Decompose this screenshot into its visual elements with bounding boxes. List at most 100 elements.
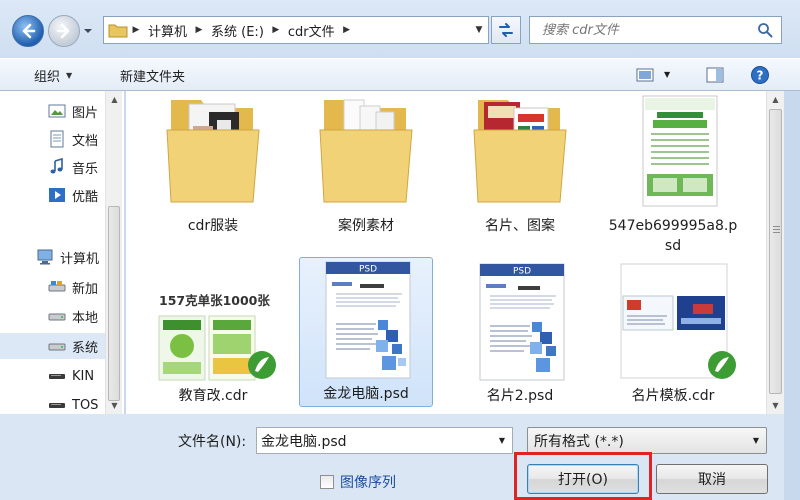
nav-item-documents[interactable]: 文档 — [48, 126, 98, 152]
back-button[interactable] — [12, 15, 44, 47]
folder-icon — [108, 24, 128, 38]
file-name: 教育改.cdr — [178, 388, 248, 404]
filetype-select[interactable]: 所有格式 (*.*) ▼ — [527, 427, 767, 454]
nav-item-label: 系统 — [72, 340, 99, 356]
file-item-folder-cdr-clothing[interactable]: cdr服装 — [146, 91, 280, 237]
scroll-up-icon[interactable]: ▲ — [767, 91, 784, 108]
computer-icon — [36, 248, 54, 266]
breadcrumb-computer[interactable]: 计算机 — [144, 21, 191, 40]
file-item-cdr-education[interactable]: 157克单张1000张 教育改.cdr — [146, 259, 280, 407]
breadcrumb-separator[interactable]: ▶ — [191, 25, 207, 35]
nav-item-usb-kin[interactable]: KIN — [48, 363, 94, 389]
folder-icon — [153, 91, 273, 212]
nav-item-label: KIN — [72, 368, 95, 384]
nav-item-label: TOS — [72, 397, 99, 413]
filetype-value: 所有格式 (*.*) — [534, 433, 624, 450]
file-list-scrollbar[interactable]: ▲ ▼ — [766, 91, 784, 414]
filename-input[interactable] — [257, 428, 492, 453]
image-sequence-checkbox[interactable] — [320, 475, 334, 489]
file-item-cdr-card-template[interactable]: 名片模板.cdr — [606, 259, 740, 407]
scroll-up-icon[interactable]: ▲ — [106, 91, 123, 108]
nav-item-usb-tos[interactable]: TOS — [48, 392, 98, 414]
forward-button[interactable] — [48, 15, 80, 47]
arrow-right-icon — [56, 23, 70, 39]
nav-item-drive-system[interactable]: 系统 — [0, 333, 105, 359]
breadcrumb-drive-e[interactable]: 系统 (E:) — [207, 21, 268, 40]
pictures-icon — [48, 102, 66, 120]
view-dropdown-icon[interactable]: ▼ — [664, 70, 670, 79]
image-sequence-option[interactable]: 图像序列 — [320, 472, 396, 492]
refresh-button[interactable] — [491, 16, 521, 44]
file-item-folder-case-materials[interactable]: 案例素材 — [299, 91, 433, 237]
thumb-caption: 157克单张1000张 — [159, 293, 270, 308]
nav-item-label: 文档 — [72, 133, 99, 149]
filename-label: 文件名(N): — [178, 434, 247, 450]
change-view-button[interactable] — [635, 65, 655, 85]
search-icon[interactable] — [757, 22, 773, 38]
nav-item-computer[interactable]: 计算机 — [36, 244, 99, 270]
nav-item-music[interactable]: 音乐 — [48, 154, 98, 180]
thumb-caption: PSD — [513, 267, 531, 277]
scrollbar-thumb[interactable] — [769, 109, 782, 394]
file-name: 案例素材 — [338, 218, 394, 234]
address-dropdown-icon[interactable]: ▼ — [470, 25, 488, 35]
open-button[interactable]: 打开(O) — [527, 464, 639, 494]
breadcrumb-separator[interactable]: ▶ — [339, 25, 355, 35]
image-sequence-label[interactable]: 图像序列 — [340, 472, 396, 492]
filename-combobox[interactable]: ▼ — [256, 427, 513, 454]
nav-item-drive-new[interactable]: 新加 — [48, 274, 98, 300]
search-box[interactable] — [529, 16, 782, 44]
documents-icon — [48, 130, 66, 148]
help-button[interactable]: ? — [750, 65, 770, 85]
new-folder-button[interactable]: 新建文件夹 — [120, 66, 185, 85]
folder-icon — [306, 91, 426, 212]
file-name: 金龙电脑.psd — [323, 386, 409, 402]
scrollbar-thumb[interactable] — [108, 206, 120, 401]
organize-menu[interactable]: 组织 ▼ — [34, 66, 72, 85]
cdr-thumbnail: 157克单张1000张 — [153, 260, 276, 382]
thumb-caption: PSD — [359, 265, 377, 275]
drive-icon — [48, 337, 66, 355]
chevron-down-icon[interactable]: ▼ — [492, 436, 512, 445]
address-bar[interactable]: ▶ 计算机 ▶ 系统 (E:) ▶ cdr文件 ▶ ▼ — [103, 16, 489, 44]
nav-item-label: 优酷 — [72, 189, 99, 205]
youku-icon — [48, 186, 66, 204]
usb-drive-icon — [48, 367, 66, 385]
file-list[interactable]: cdr服装 案例素材 名片、图案 547eb699995a8.psd 157克单… — [126, 91, 766, 414]
cdr-thumbnail — [613, 260, 736, 382]
breadcrumb-separator[interactable]: ▶ — [268, 25, 284, 35]
file-dialog-footer: 文件名(N): ▼ 所有格式 (*.*) ▼ 图像序列 打开(O) 取消 — [0, 414, 784, 500]
preview-pane-button[interactable] — [705, 65, 725, 85]
file-item-folder-cards-patterns[interactable]: 名片、图案 — [453, 91, 587, 237]
organize-label: 组织 — [34, 70, 61, 85]
drive-icon — [48, 307, 66, 325]
file-item-psd-card2[interactable]: PSD 名片2.psd — [453, 259, 587, 407]
file-name: 547eb699995a8.psd — [608, 218, 738, 254]
nav-item-label: 新加 — [72, 281, 99, 297]
nav-item-youku[interactable]: 优酷 — [48, 182, 98, 208]
nav-item-drive-local[interactable]: 本地 — [48, 303, 98, 329]
refresh-icon — [499, 23, 513, 37]
nav-item-pictures[interactable]: 图片 — [48, 98, 98, 124]
history-dropdown-icon[interactable] — [83, 26, 93, 36]
file-name: 名片2.psd — [486, 388, 554, 404]
coreldraw-badge-icon — [708, 351, 736, 379]
chevron-down-icon: ▼ — [66, 71, 73, 80]
navigation-scrollbar[interactable]: ▲ ▼ — [105, 91, 122, 414]
nav-item-label: 音乐 — [72, 161, 99, 177]
folder-icon — [460, 91, 580, 212]
nav-item-label: 本地 — [72, 310, 99, 326]
breadcrumb-cdr-folder[interactable]: cdr文件 — [284, 21, 339, 40]
file-item-psd-547eb[interactable]: 547eb699995a8.psd — [606, 91, 740, 257]
cancel-button[interactable]: 取消 — [656, 464, 768, 494]
nav-item-label: 图片 — [72, 105, 99, 121]
file-item-psd-jinlong[interactable]: PSD 金龙电脑.psd — [299, 257, 433, 407]
breadcrumb-separator[interactable]: ▶ — [128, 25, 144, 35]
psd-thumbnail: PSD — [306, 258, 426, 380]
search-input[interactable] — [530, 17, 757, 43]
scroll-down-icon[interactable]: ▼ — [106, 397, 123, 414]
usb-drive-icon — [48, 396, 66, 414]
file-name: cdr服装 — [187, 218, 239, 234]
scroll-down-icon[interactable]: ▼ — [767, 397, 784, 414]
music-icon — [48, 158, 66, 176]
